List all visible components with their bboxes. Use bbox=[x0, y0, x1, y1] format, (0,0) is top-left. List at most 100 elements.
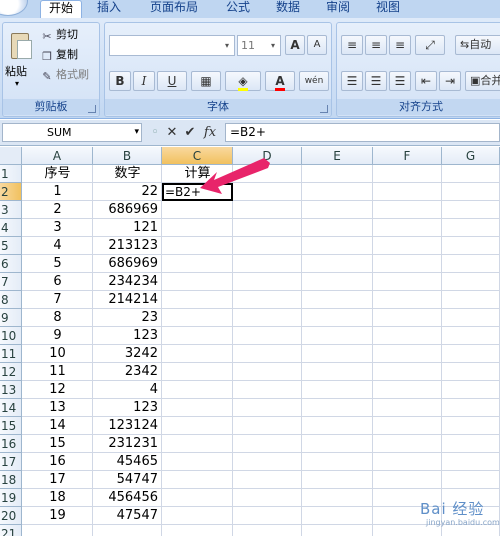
cell-serial[interactable]: 10 bbox=[22, 345, 93, 363]
borders-button[interactable]: ▦ bbox=[191, 71, 221, 91]
row-header-6[interactable]: 6 bbox=[0, 255, 22, 273]
align-center-button[interactable]: ☰ bbox=[365, 71, 387, 91]
middle-align-button[interactable]: ≡ bbox=[365, 35, 387, 55]
orientation-button[interactable]: ⤢ bbox=[415, 35, 445, 55]
row-header-20[interactable]: 20 bbox=[0, 507, 22, 525]
merge-center-button[interactable]: ▣合并 bbox=[465, 71, 500, 91]
row-header-17[interactable]: 17 bbox=[0, 453, 22, 471]
cell-serial[interactable]: 16 bbox=[22, 453, 93, 471]
dialog-launcher-icon[interactable] bbox=[88, 105, 96, 113]
column-header-e[interactable]: E bbox=[302, 147, 373, 165]
cell-number[interactable]: 121 bbox=[93, 219, 162, 237]
cut-button[interactable]: ✂ 剪切 bbox=[41, 27, 78, 43]
cell-serial[interactable]: 19 bbox=[22, 507, 93, 525]
wrap-text-button[interactable]: ⇆自动 bbox=[455, 35, 500, 55]
cell-number[interactable]: 123124 bbox=[93, 417, 162, 435]
format-painter-button[interactable]: ✎ 格式刷 bbox=[41, 67, 89, 83]
cell-number[interactable]: 123 bbox=[93, 327, 162, 345]
insert-function-button[interactable]: fx bbox=[200, 124, 220, 141]
row-header-16[interactable]: 16 bbox=[0, 435, 22, 453]
column-header-b[interactable]: B bbox=[93, 147, 162, 165]
italic-button[interactable]: I bbox=[133, 71, 155, 91]
row-header-12[interactable]: 12 bbox=[0, 363, 22, 381]
row-header-9[interactable]: 9 bbox=[0, 309, 22, 327]
row-header-14[interactable]: 14 bbox=[0, 399, 22, 417]
tab-insert[interactable]: 插入 bbox=[88, 0, 130, 18]
row-header-3[interactable]: 3 bbox=[0, 201, 22, 219]
phonetic-button[interactable]: wén bbox=[299, 71, 329, 91]
cell-number[interactable]: 4 bbox=[93, 381, 162, 399]
cell-number[interactable]: 54747 bbox=[93, 471, 162, 489]
grow-font-button[interactable]: A bbox=[285, 35, 305, 55]
font-name-combo[interactable]: ▾ bbox=[109, 35, 235, 56]
cell-serial[interactable]: 7 bbox=[22, 291, 93, 309]
row-header-1[interactable]: 1 bbox=[0, 165, 22, 183]
column-header-f[interactable]: F bbox=[373, 147, 442, 165]
bold-button[interactable]: B bbox=[109, 71, 131, 91]
underline-button[interactable]: U bbox=[157, 71, 187, 91]
column-header-a[interactable]: A bbox=[22, 147, 93, 165]
cell-number[interactable]: 213123 bbox=[93, 237, 162, 255]
cell-number[interactable]: 686969 bbox=[93, 201, 162, 219]
row-header-21[interactable]: 21 bbox=[0, 525, 22, 536]
cell-number[interactable]: 2342 bbox=[93, 363, 162, 381]
cell-serial[interactable]: 18 bbox=[22, 489, 93, 507]
cell-serial[interactable]: 14 bbox=[22, 417, 93, 435]
header-cell-calc[interactable]: 计算 bbox=[162, 165, 233, 183]
cancel-formula-button[interactable]: ✕ bbox=[164, 124, 180, 141]
row-header-15[interactable]: 15 bbox=[0, 417, 22, 435]
row-header-11[interactable]: 11 bbox=[0, 345, 22, 363]
font-size-combo[interactable]: 11 ▾ bbox=[237, 35, 281, 56]
align-left-button[interactable]: ☰ bbox=[341, 71, 363, 91]
cell-serial[interactable]: 1 bbox=[22, 183, 93, 201]
top-align-button[interactable]: ≡ bbox=[341, 35, 363, 55]
cell-serial[interactable]: 17 bbox=[22, 471, 93, 489]
tab-data[interactable]: 数据 bbox=[268, 0, 308, 18]
name-box[interactable]: SUM ▾ bbox=[2, 123, 142, 142]
row-header-7[interactable]: 7 bbox=[0, 273, 22, 291]
fill-color-button[interactable]: ◈ bbox=[225, 71, 261, 91]
tab-view[interactable]: 视图 bbox=[368, 0, 408, 18]
copy-button[interactable]: ❐ 复制 bbox=[41, 47, 78, 63]
cell-number[interactable]: 47547 bbox=[93, 507, 162, 525]
shrink-font-button[interactable]: A bbox=[307, 35, 327, 55]
cell-number[interactable]: 45465 bbox=[93, 453, 162, 471]
cell-serial[interactable]: 11 bbox=[22, 363, 93, 381]
row-header-10[interactable]: 10 bbox=[0, 327, 22, 345]
cell-number[interactable]: 123 bbox=[93, 399, 162, 417]
cell-number[interactable]: 234234 bbox=[93, 273, 162, 291]
office-button[interactable] bbox=[0, 0, 28, 16]
bottom-align-button[interactable]: ≡ bbox=[389, 35, 411, 55]
cell-number[interactable]: 686969 bbox=[93, 255, 162, 273]
decrease-indent-button[interactable]: ⇤ bbox=[415, 71, 437, 91]
tab-home[interactable]: 开始 bbox=[40, 0, 82, 18]
cell-number[interactable]: 231231 bbox=[93, 435, 162, 453]
tab-formulas[interactable]: 公式 bbox=[218, 0, 258, 18]
row-header-8[interactable]: 8 bbox=[0, 291, 22, 309]
increase-indent-button[interactable]: ⇥ bbox=[439, 71, 461, 91]
cell-number[interactable]: 3242 bbox=[93, 345, 162, 363]
cell-number[interactable]: 456456 bbox=[93, 489, 162, 507]
paste-button[interactable]: 粘贴 ▾ bbox=[3, 23, 37, 99]
row-header-13[interactable]: 13 bbox=[0, 381, 22, 399]
column-header-g[interactable]: G bbox=[442, 147, 500, 165]
row-header-5[interactable]: 5 bbox=[0, 237, 22, 255]
formula-input[interactable]: =B2+ bbox=[225, 123, 500, 142]
align-right-button[interactable]: ☰ bbox=[389, 71, 411, 91]
cell-serial[interactable]: 15 bbox=[22, 435, 93, 453]
font-color-button[interactable]: A bbox=[265, 71, 295, 91]
column-header-c[interactable]: C bbox=[162, 147, 233, 165]
row-header-4[interactable]: 4 bbox=[0, 219, 22, 237]
row-header-2[interactable]: 2 bbox=[0, 183, 22, 201]
cell-number[interactable]: 22 bbox=[93, 183, 162, 201]
header-cell-number[interactable]: 数字 bbox=[93, 165, 162, 183]
header-cell-serial[interactable]: 序号 bbox=[22, 165, 93, 183]
dialog-launcher-icon[interactable] bbox=[320, 105, 328, 113]
cell-serial[interactable]: 8 bbox=[22, 309, 93, 327]
cell-number[interactable]: 214214 bbox=[93, 291, 162, 309]
row-header-19[interactable]: 19 bbox=[0, 489, 22, 507]
cell-number[interactable]: 23 bbox=[93, 309, 162, 327]
cell-serial[interactable]: 13 bbox=[22, 399, 93, 417]
cell-serial[interactable]: 5 bbox=[22, 255, 93, 273]
cell-serial[interactable]: 4 bbox=[22, 237, 93, 255]
